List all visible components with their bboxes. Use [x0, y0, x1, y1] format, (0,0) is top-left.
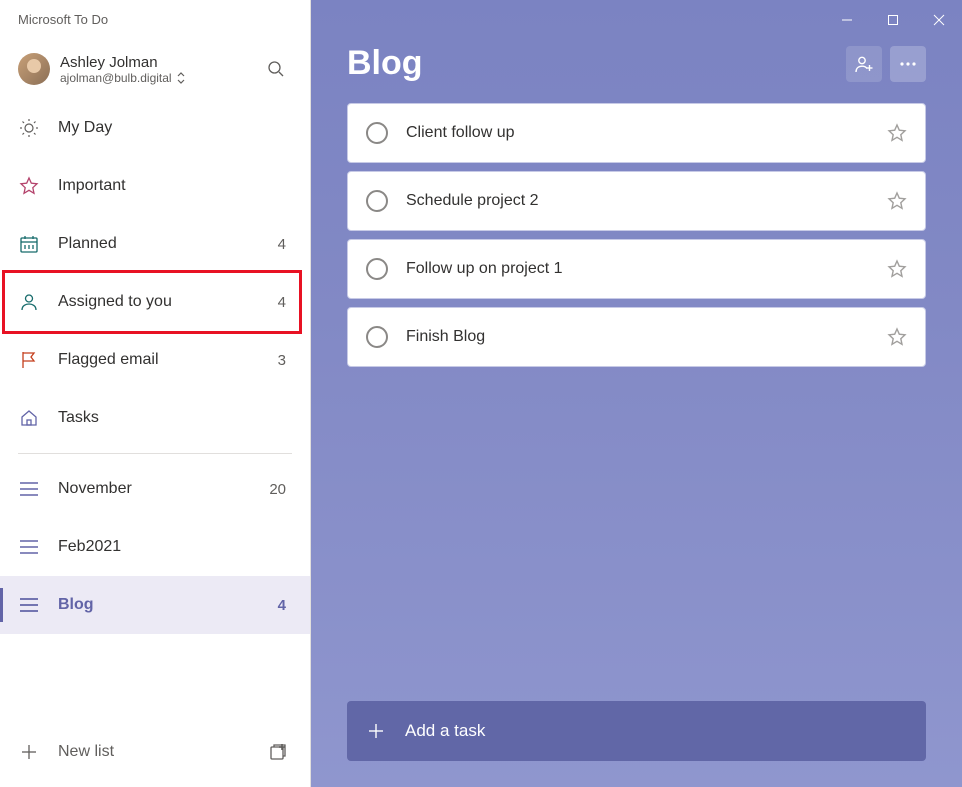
task-row[interactable]: Schedule project 2	[347, 171, 926, 231]
page-header: Blog	[311, 40, 962, 103]
main-panel: Blog Client follow up Schedule project 2…	[311, 0, 962, 787]
sidebar-item-label: Feb2021	[58, 538, 292, 556]
sun-icon	[18, 117, 40, 139]
sidebar-item-label: Flagged email	[58, 351, 278, 369]
account-email-text: ajolman@bulb.digital	[60, 71, 172, 85]
task-list: Client follow up Schedule project 2 Foll…	[311, 103, 962, 701]
minimize-icon	[841, 14, 853, 26]
search-button[interactable]	[260, 53, 292, 85]
complete-circle-icon[interactable]	[366, 258, 388, 280]
close-icon	[933, 14, 945, 26]
list-icon	[18, 594, 40, 616]
list-icon	[18, 478, 40, 500]
sidebar-item-label: Blog	[58, 596, 278, 614]
sidebar-divider	[18, 453, 292, 454]
task-title: Client follow up	[406, 124, 887, 142]
maximize-icon	[887, 14, 899, 26]
selection-indicator	[0, 588, 3, 622]
add-task-input[interactable]: Add a task	[347, 701, 926, 761]
more-options-button[interactable]	[890, 46, 926, 82]
account-text: Ashley Jolman ajolman@bulb.digital	[60, 54, 260, 85]
sidebar-item-planned[interactable]: Planned 4	[0, 215, 310, 273]
new-list-row[interactable]: New list	[0, 723, 310, 781]
account-email: ajolman@bulb.digital	[60, 71, 260, 85]
task-title: Schedule project 2	[406, 192, 887, 210]
sidebar-item-label: November	[58, 480, 269, 498]
new-group-button[interactable]	[264, 738, 292, 766]
sidebar-item-my-day[interactable]: My Day	[0, 99, 310, 157]
sidebar-item-count: 20	[269, 481, 286, 498]
plus-icon	[365, 720, 387, 742]
chevron-up-down-icon	[176, 72, 186, 84]
task-title: Follow up on project 1	[406, 260, 887, 278]
new-group-icon	[268, 742, 288, 762]
star-icon	[887, 259, 907, 279]
sidebar-item-flagged[interactable]: Flagged email 3	[0, 331, 310, 389]
person-add-icon	[854, 54, 874, 74]
home-icon	[18, 407, 40, 429]
important-toggle[interactable]	[887, 259, 907, 279]
page-title[interactable]: Blog	[347, 44, 838, 83]
sidebar-item-label: Tasks	[58, 409, 292, 427]
add-task-placeholder: Add a task	[405, 721, 485, 741]
person-icon	[18, 291, 40, 313]
list-icon	[18, 536, 40, 558]
task-row[interactable]: Follow up on project 1	[347, 239, 926, 299]
sidebar-item-label: My Day	[58, 119, 292, 137]
star-icon	[887, 327, 907, 347]
sidebar-item-label: Planned	[58, 235, 278, 253]
sidebar-list-feb2021[interactable]: Feb2021	[0, 518, 310, 576]
sidebar-item-count: 4	[278, 597, 286, 614]
more-icon	[899, 62, 917, 66]
search-icon	[267, 60, 285, 78]
sidebar: Microsoft To Do Ashley Jolman ajolman@bu…	[0, 0, 311, 787]
task-row[interactable]: Finish Blog	[347, 307, 926, 367]
important-toggle[interactable]	[887, 123, 907, 143]
task-title: Finish Blog	[406, 328, 887, 346]
calendar-icon	[18, 233, 40, 255]
complete-circle-icon[interactable]	[366, 326, 388, 348]
complete-circle-icon[interactable]	[366, 190, 388, 212]
sidebar-list-november[interactable]: November 20	[0, 460, 310, 518]
sidebar-item-label: Assigned to you	[58, 293, 278, 311]
star-icon	[18, 175, 40, 197]
maximize-button[interactable]	[870, 4, 916, 36]
sidebar-item-tasks[interactable]: Tasks	[0, 389, 310, 447]
sidebar-list-blog[interactable]: Blog 4	[0, 576, 310, 634]
star-icon	[887, 191, 907, 211]
sidebar-item-important[interactable]: Important	[0, 157, 310, 215]
star-icon	[887, 123, 907, 143]
app-title: Microsoft To Do	[0, 0, 310, 35]
account-name: Ashley Jolman	[60, 54, 260, 71]
sidebar-item-assigned[interactable]: Assigned to you 4	[0, 273, 310, 331]
flag-icon	[18, 349, 40, 371]
important-toggle[interactable]	[887, 327, 907, 347]
share-list-button[interactable]	[846, 46, 882, 82]
close-button[interactable]	[916, 4, 962, 36]
sidebar-item-count: 3	[278, 352, 286, 369]
plus-icon	[18, 741, 40, 763]
important-toggle[interactable]	[887, 191, 907, 211]
titlebar	[311, 0, 962, 40]
sidebar-item-count: 4	[278, 236, 286, 253]
account-row[interactable]: Ashley Jolman ajolman@bulb.digital	[0, 35, 310, 99]
minimize-button[interactable]	[824, 4, 870, 36]
avatar	[18, 53, 50, 85]
sidebar-item-label: Important	[58, 177, 292, 195]
task-row[interactable]: Client follow up	[347, 103, 926, 163]
new-list-label: New list	[58, 743, 264, 761]
sidebar-item-count: 4	[278, 294, 286, 311]
complete-circle-icon[interactable]	[366, 122, 388, 144]
